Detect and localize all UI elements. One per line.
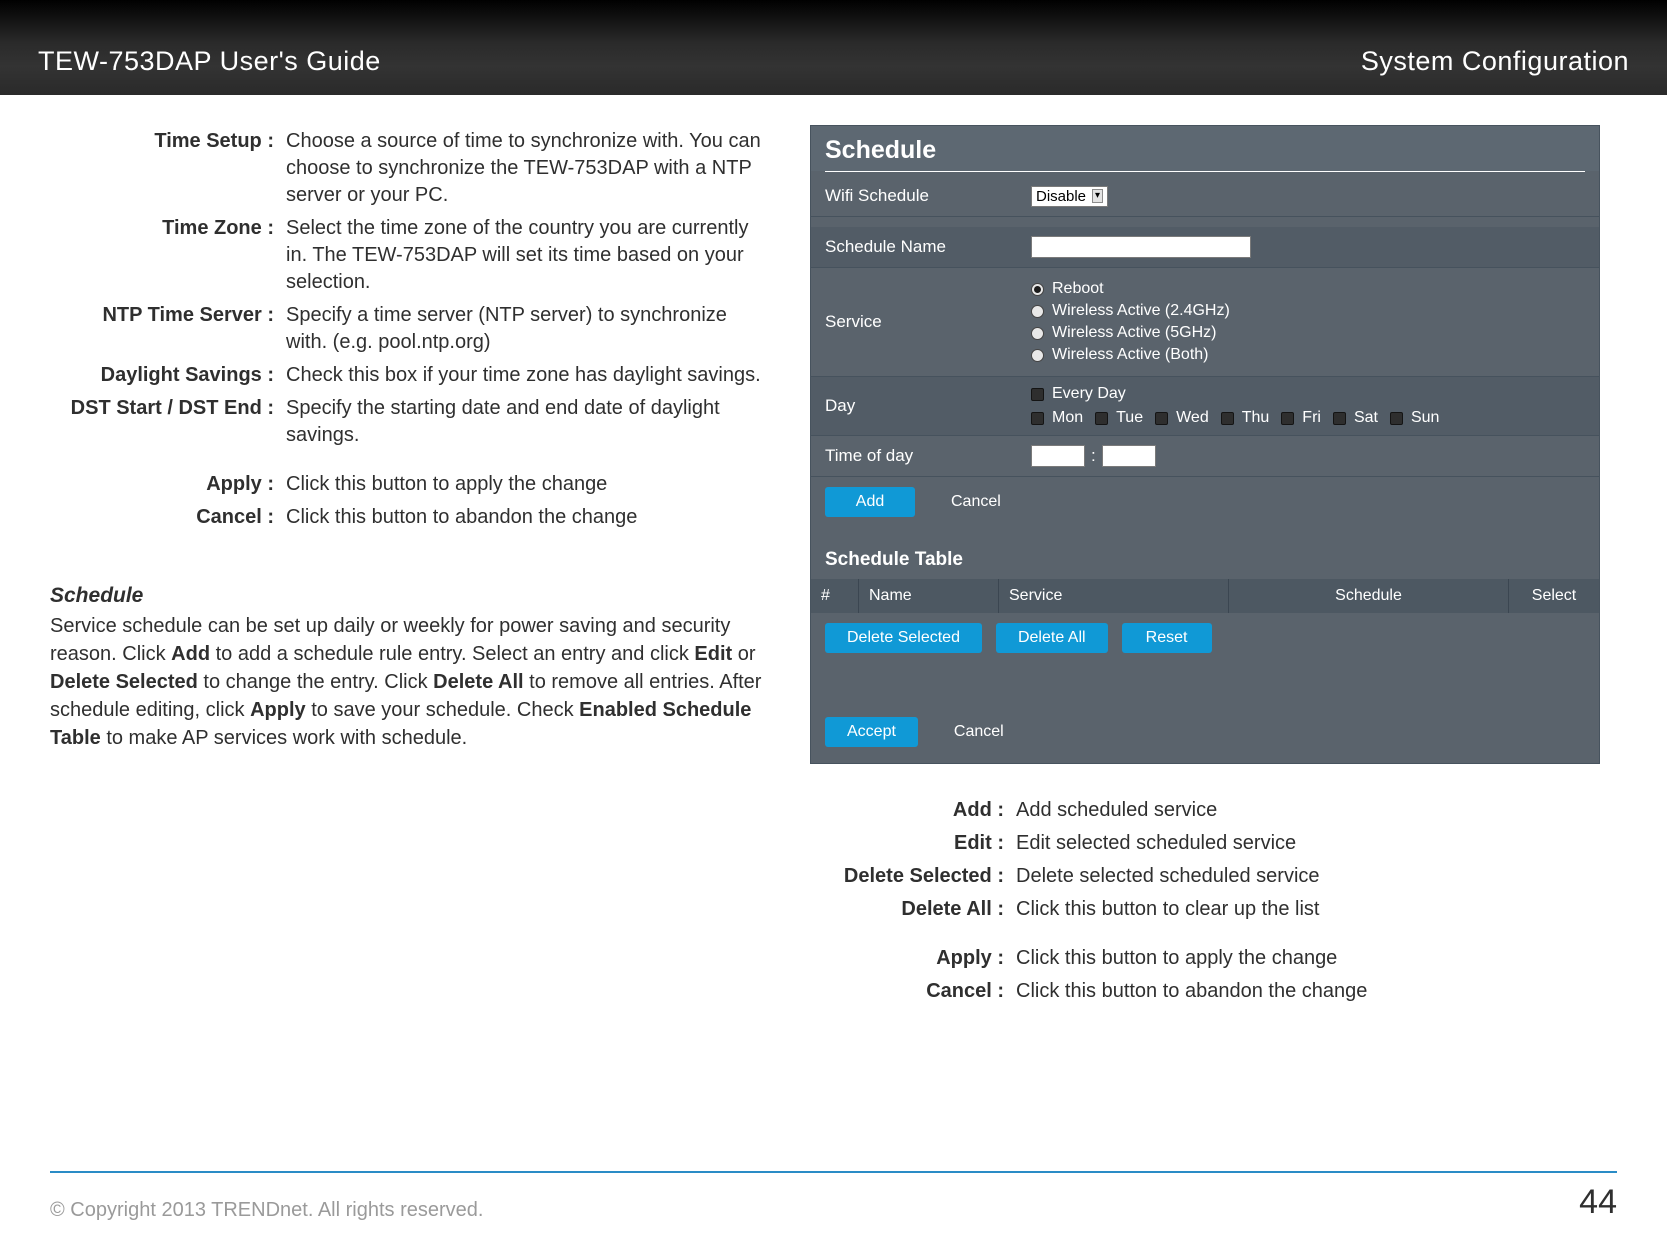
service-option-wireless-24[interactable]: Wireless Active (2.4GHz) — [1031, 302, 1230, 320]
def-label: Apply : — [50, 468, 280, 501]
page-number: 44 — [1579, 1183, 1617, 1222]
definitions-time: Time Setup :Choose a source of time to s… — [50, 125, 770, 534]
col-number: # — [811, 579, 859, 613]
add-button[interactable]: Add — [825, 487, 915, 517]
def-desc: Click this button to abandon the change — [1010, 975, 1600, 1008]
def-label: Time Zone : — [50, 212, 280, 299]
wifi-schedule-select[interactable]: Disable ▾ — [1031, 186, 1108, 207]
def-desc: Delete selected scheduled service — [1010, 860, 1600, 893]
def-desc: Click this button to abandon the change — [280, 501, 770, 534]
def-label: Daylight Savings : — [50, 359, 280, 392]
def-label: Apply : — [810, 942, 1010, 975]
def-label: Delete All : — [810, 893, 1010, 926]
delete-selected-button[interactable]: Delete Selected — [825, 623, 982, 653]
time-colon: : — [1091, 446, 1096, 466]
service-option-reboot[interactable]: Reboot — [1031, 280, 1230, 298]
def-desc: Click this button to apply the change — [280, 468, 770, 501]
time-hour-input[interactable] — [1031, 445, 1085, 467]
def-desc: Add scheduled service — [1010, 794, 1600, 827]
day-sun[interactable]: Sun — [1390, 409, 1439, 427]
def-desc: Click this button to clear up the list — [1010, 893, 1600, 926]
time-minute-input[interactable] — [1102, 445, 1156, 467]
doc-title: TEW-753DAP User's Guide — [38, 46, 381, 77]
def-label: NTP Time Server : — [50, 299, 280, 359]
time-of-day-label: Time of day — [811, 436, 1021, 476]
accept-button[interactable]: Accept — [825, 717, 918, 747]
wifi-schedule-label: Wifi Schedule — [811, 176, 1021, 216]
def-desc: Check this box if your time zone has day… — [280, 359, 770, 392]
day-label: Day — [811, 386, 1021, 426]
def-label: Cancel : — [50, 501, 280, 534]
day-tue[interactable]: Tue — [1095, 409, 1143, 427]
schedule-name-input[interactable] — [1031, 236, 1251, 258]
def-desc: Select the time zone of the country you … — [280, 212, 770, 299]
schedule-panel: Schedule Wifi Schedule Disable ▾ Schedul… — [810, 125, 1600, 764]
col-select: Select — [1509, 579, 1599, 613]
service-label: Service — [811, 302, 1021, 342]
cancel-button[interactable]: Cancel — [929, 487, 1023, 517]
service-option-wireless-5[interactable]: Wireless Active (5GHz) — [1031, 324, 1230, 342]
col-service: Service — [999, 579, 1229, 613]
section-title: System Configuration — [1361, 46, 1629, 77]
definitions-schedule: Add :Add scheduled service Edit :Edit se… — [810, 794, 1600, 1008]
service-option-wireless-both[interactable]: Wireless Active (Both) — [1031, 346, 1230, 364]
day-thu[interactable]: Thu — [1221, 409, 1270, 427]
def-desc: Choose a source of time to synchronize w… — [280, 125, 770, 212]
col-schedule: Schedule — [1229, 579, 1509, 613]
def-desc: Edit selected scheduled service — [1010, 827, 1600, 860]
copyright: © Copyright 2013 TRENDnet. All rights re… — [50, 1199, 483, 1222]
col-name: Name — [859, 579, 999, 613]
def-label: Edit : — [810, 827, 1010, 860]
schedule-body: Service schedule can be set up daily or … — [50, 612, 770, 752]
day-every-day[interactable]: Every Day — [1031, 385, 1126, 403]
day-mon[interactable]: Mon — [1031, 409, 1083, 427]
def-desc: Specify the starting date and end date o… — [280, 392, 770, 452]
header-bar: TEW-753DAP User's Guide System Configura… — [0, 0, 1667, 95]
def-desc: Click this button to apply the change — [1010, 942, 1600, 975]
def-desc: Specify a time server (NTP server) to sy… — [280, 299, 770, 359]
delete-all-button[interactable]: Delete All — [996, 623, 1108, 653]
schedule-table-header: # Name Service Schedule Select — [811, 579, 1599, 613]
def-label: Add : — [810, 794, 1010, 827]
cancel-button-bottom[interactable]: Cancel — [932, 717, 1026, 747]
schedule-table-title: Schedule Table — [811, 531, 1599, 579]
def-label: DST Start / DST End : — [50, 392, 280, 452]
schedule-heading: Schedule — [50, 584, 770, 608]
def-label: Delete Selected : — [810, 860, 1010, 893]
day-wed[interactable]: Wed — [1155, 409, 1209, 427]
panel-title: Schedule — [811, 126, 1599, 171]
footer: © Copyright 2013 TRENDnet. All rights re… — [50, 1171, 1617, 1222]
day-sat[interactable]: Sat — [1333, 409, 1378, 427]
reset-button[interactable]: Reset — [1122, 623, 1212, 653]
chevron-down-icon: ▾ — [1092, 189, 1103, 203]
def-label: Time Setup : — [50, 125, 280, 212]
schedule-name-label: Schedule Name — [811, 227, 1021, 267]
def-label: Cancel : — [810, 975, 1010, 1008]
day-fri[interactable]: Fri — [1281, 409, 1321, 427]
